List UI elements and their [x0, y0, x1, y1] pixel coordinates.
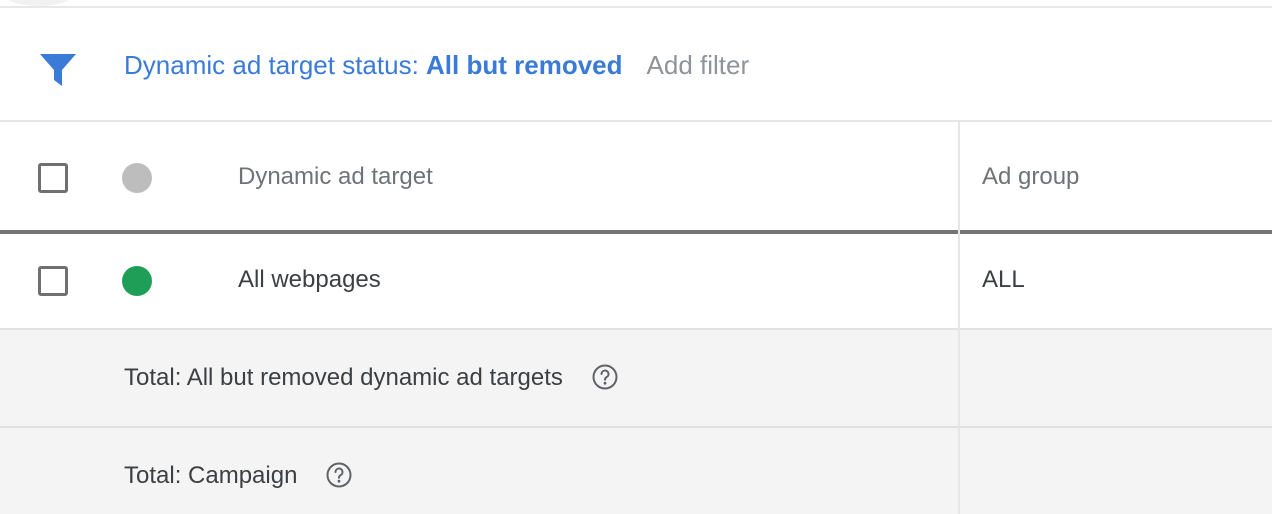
column-header-dynamic-ad-target[interactable]: Dynamic ad target: [238, 161, 433, 193]
table-row: All webpages ALL: [0, 234, 1272, 330]
dynamic-ad-targets-table: Dynamic ad target Ad group All webpages …: [0, 122, 1272, 514]
top-partial-element: [0, 0, 78, 6]
total-row-filtered: Total: All but removed dynamic ad target…: [0, 330, 1272, 428]
total-row-label-wrap: Total: Campaign: [124, 460, 353, 492]
dynamic-ad-target-cell: All webpages: [238, 266, 381, 293]
status-enabled-icon[interactable]: [122, 266, 152, 296]
active-filter[interactable]: Dynamic ad target status: All but remove…: [124, 48, 749, 82]
filter-label[interactable]: Dynamic ad target status:: [124, 50, 426, 80]
column-header-ad-group[interactable]: Ad group: [982, 161, 1079, 193]
select-all-checkbox[interactable]: [38, 163, 68, 193]
row-checkbox[interactable]: [38, 266, 68, 296]
filter-value[interactable]: All but removed: [426, 50, 622, 80]
filter-bar: Dynamic ad target status: All but remove…: [0, 10, 1272, 122]
help-icon[interactable]: [591, 363, 619, 391]
filter-icon[interactable]: [38, 50, 78, 90]
ad-group-link[interactable]: ALL: [982, 264, 1025, 296]
table-header-row: Dynamic ad target Ad group: [0, 122, 1272, 234]
total-filtered-label: Total: All but removed dynamic ad target…: [124, 364, 563, 391]
column-divider: [958, 122, 960, 514]
total-campaign-label: Total: Campaign: [124, 462, 298, 489]
status-column-icon[interactable]: [122, 163, 152, 193]
total-row-campaign: Total: Campaign: [0, 428, 1272, 514]
add-filter-button[interactable]: Add filter: [647, 50, 750, 80]
total-row-label-wrap: Total: All but removed dynamic ad target…: [124, 362, 619, 394]
top-divider: [0, 0, 1272, 8]
help-icon[interactable]: [325, 461, 353, 489]
